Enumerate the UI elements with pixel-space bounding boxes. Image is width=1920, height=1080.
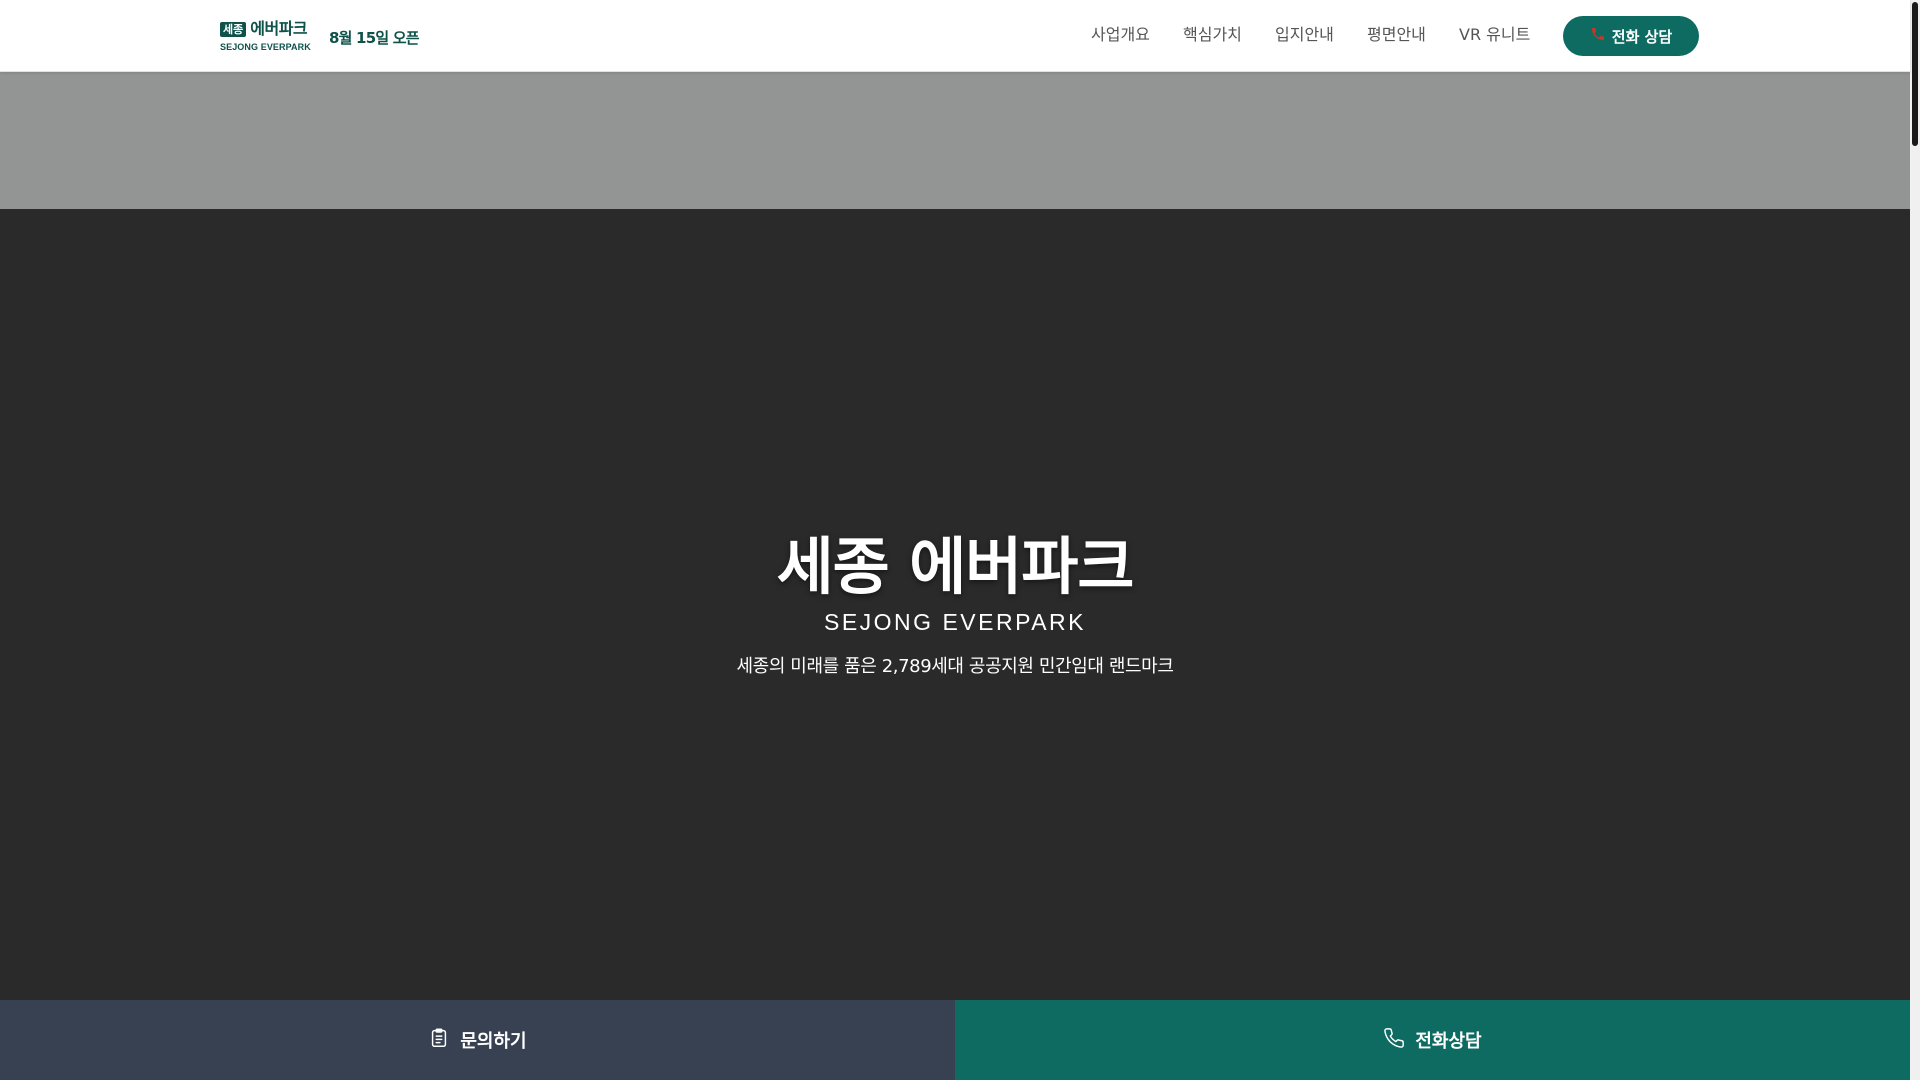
nav-location[interactable]: 입지안내	[1275, 24, 1334, 46]
nav-core-values[interactable]: 핵심가치	[1183, 24, 1242, 46]
inquiry-button[interactable]: 문의하기	[0, 1000, 955, 1080]
hero-subtitle: SEJONG EVERPARK	[823, 609, 1087, 635]
cta-label: 전화 상담	[1611, 27, 1673, 46]
hero-image-band	[0, 72, 1910, 209]
phone-consult-button[interactable]: 전화 상담	[1563, 16, 1699, 56]
hero-title: 세종 에버파크	[776, 530, 1135, 603]
logo-name: 에버파크	[250, 19, 308, 38]
site-header: 세종 에버파크 SEJONG EVERPARK 8월 15일 오픈 사업개요 핵…	[0, 0, 1910, 72]
logo-subtitle: SEJONG EVERPARK	[220, 42, 311, 52]
call-label: 전화상담	[1415, 1031, 1482, 1052]
nav-floor-plan[interactable]: 평면안내	[1367, 24, 1426, 46]
page-scrollbar[interactable]	[1910, 0, 1920, 1080]
inquiry-label: 문의하기	[460, 1031, 527, 1052]
phone-icon	[1590, 26, 1606, 46]
bottom-action-bar: 문의하기 전화상담	[0, 1000, 1910, 1080]
phone-call-button[interactable]: 전화상담	[955, 1000, 1910, 1080]
hero-section: 세종 에버파크 SEJONG EVERPARK 세종의 미래를 품은 2,789…	[0, 209, 1910, 1000]
nav-vr-unit[interactable]: VR 유니트	[1459, 24, 1530, 46]
open-date: 8월 15일 오픈	[329, 29, 420, 47]
phone-icon	[1383, 1027, 1405, 1054]
scrollbar-thumb[interactable]	[1912, 2, 1918, 146]
clipboard-icon	[428, 1027, 450, 1054]
nav-business-overview[interactable]: 사업개요	[1091, 24, 1150, 46]
logo[interactable]: 세종 에버파크 SEJONG EVERPARK	[220, 20, 314, 56]
hero-description: 세종의 미래를 품은 2,789세대 공공지원 민간임대 랜드마크	[736, 656, 1174, 677]
logo-badge: 세종	[220, 21, 247, 37]
